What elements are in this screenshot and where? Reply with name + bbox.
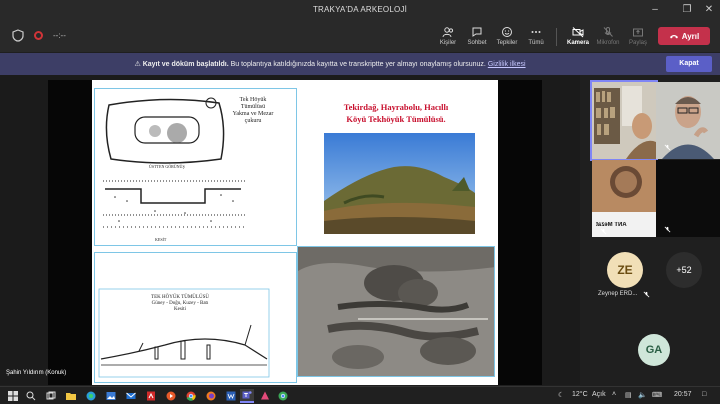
chrome-secondary-icon[interactable]: [276, 389, 290, 403]
share-label: Paylaş: [628, 40, 647, 46]
weather-desc: Açık: [592, 391, 606, 398]
mic-button[interactable]: Mikrofon: [592, 26, 624, 46]
share-button[interactable]: Paylaş: [622, 26, 654, 46]
teams-icon[interactable]: [240, 389, 254, 403]
slide-title-line2: Köyü Tekhöyük Tümülüsü.: [346, 114, 446, 124]
more-participants-button[interactable]: +52: [666, 252, 702, 288]
shield-icon: [12, 29, 24, 42]
title-bar: TRAKYA'DA ARKEOLOJİ – ❐ ✕: [0, 0, 720, 20]
meeting-timer: --:--: [53, 31, 66, 40]
camera-icon: [572, 27, 584, 38]
hang-up-icon: [669, 35, 678, 39]
app-icon[interactable]: [258, 389, 272, 403]
minimize-icon[interactable]: –: [648, 3, 662, 17]
banner-message: Bu toplantıya katıldığınızda kayıtta ve …: [230, 61, 486, 68]
firefox-icon[interactable]: [204, 389, 218, 403]
media-player-icon[interactable]: [164, 389, 178, 403]
search-icon[interactable]: [24, 389, 38, 403]
slide-letterbox-left: [48, 80, 92, 385]
mic-off-icon: [643, 291, 650, 298]
drawing1-title4: çukuru: [244, 118, 262, 124]
file-explorer-icon[interactable]: [64, 389, 78, 403]
drawing1-section-label: KESİT: [155, 237, 167, 242]
more-icon: [531, 31, 541, 33]
chat-button[interactable]: Sohbet: [461, 26, 493, 46]
people-icon: [442, 27, 454, 38]
participant-avatar-zeynep[interactable]: ZE: [607, 252, 643, 288]
banner-bold: Kayıt ve döküm başlatıldı.: [142, 61, 229, 68]
reactions-label: Tepkiler: [496, 40, 518, 46]
leave-label: Ayrıl: [681, 31, 700, 41]
recording-icon: [34, 31, 43, 40]
participant-video-tile-1[interactable]: [590, 80, 658, 161]
mail-icon[interactable]: [124, 389, 138, 403]
mic-off-icon: [600, 228, 607, 235]
share-icon: [633, 28, 643, 37]
slide-letterbox-right: [498, 80, 542, 385]
chrome-icon[interactable]: [184, 389, 198, 403]
photos-icon[interactable]: [104, 389, 118, 403]
clock[interactable]: 20:57: [674, 391, 692, 398]
participant-video-tile-2[interactable]: [656, 82, 720, 159]
excavation-photo: [297, 246, 495, 377]
close-icon[interactable]: ✕: [702, 3, 716, 17]
participant-video-tile-3[interactable]: ANT Mezat: [592, 160, 656, 237]
more-button[interactable]: Tümü: [520, 26, 552, 46]
banner-text: ⚠ Kayıt ve döküm başlatıldı. Bu toplantı…: [0, 60, 660, 68]
volume-icon[interactable]: 🔈: [638, 391, 647, 399]
camera-label: Kamera: [566, 40, 589, 46]
network-icon[interactable]: ▤: [625, 391, 632, 399]
warning-icon: ⚠: [134, 61, 141, 68]
privacy-link[interactable]: Gizlilik ilkesi: [488, 61, 526, 68]
participant-video-tile-4[interactable]: [656, 160, 720, 237]
toolbar-divider: [556, 28, 557, 46]
participant-name-zeynep: Zeynep ERD...: [598, 291, 638, 297]
mic-off-icon: [664, 226, 671, 233]
edge-icon[interactable]: [84, 389, 98, 403]
mic-label: Mikrofon: [596, 40, 620, 46]
people-button[interactable]: Kişiler: [432, 26, 464, 46]
leave-button[interactable]: Ayrıl: [658, 27, 710, 45]
mic-off-icon: [664, 144, 671, 151]
tumulus-plan-drawing: Tek Höyük Tümülüsü Yakma ve Mezar çukuru…: [94, 88, 297, 246]
recording-banner: ⚠ Kayıt ve döküm başlatıldı. Bu toplantı…: [0, 53, 720, 75]
slide-title: Tekirdağ, Hayrabolu, Hacıllı Köyü Tekhöy…: [316, 101, 476, 125]
presenter-caption: Şahin Yıldırım (Konuk): [6, 370, 67, 376]
restore-icon[interactable]: ❐: [680, 3, 694, 17]
word-icon[interactable]: [224, 389, 238, 403]
section-sketch: [98, 288, 270, 378]
chat-icon: [472, 27, 482, 37]
presentation-slide: Tek Höyük Tümülüsü Yakma ve Mezar çukuru…: [92, 80, 498, 385]
meeting-toolbar: --:-- Kişiler Sohbet Tepkiler Tümü Kamer…: [0, 20, 720, 52]
drawing1-top-label: ÜSTTEN GÖRÜNÜŞ: [149, 164, 185, 169]
task-view-icon[interactable]: [44, 389, 58, 403]
reactions-icon: [502, 27, 512, 37]
drawing1-title1: Tek Höyük: [239, 97, 267, 103]
pdf-reader-icon[interactable]: [144, 389, 158, 403]
tumulus-landscape-photo: [324, 133, 475, 234]
window-title: TRAKYA'DA ARKEOLOJİ: [312, 5, 408, 14]
weather-icon[interactable]: ☾: [558, 391, 564, 399]
slide-title-line1: Tekirdağ, Hayrabolu, Hacıllı: [343, 102, 449, 112]
drawing1-title3: Yakma ve Mezar: [232, 111, 274, 117]
drawing1-title2: Tümülüsü: [240, 104, 266, 110]
weather-temp: 12°C: [572, 391, 588, 398]
chat-label: Sohbet: [467, 40, 487, 46]
people-label: Kişiler: [439, 40, 457, 46]
chevron-up-icon[interactable]: ˄: [612, 391, 616, 398]
windows-taskbar: ☾ 12°C Açık ˄ ▤ 🔈 ⌨ 20:57 □: [0, 386, 720, 404]
drawing2-title3: Kesiti: [174, 307, 186, 312]
start-icon[interactable]: [6, 389, 20, 403]
camera-button[interactable]: Kamera: [562, 26, 594, 46]
participant-avatar-ga[interactable]: GA: [638, 334, 670, 366]
language-icon[interactable]: ⌨: [652, 391, 662, 399]
reactions-button[interactable]: Tepkiler: [491, 26, 523, 46]
banner-close-button[interactable]: Kapat: [666, 56, 712, 72]
notifications-icon[interactable]: □: [702, 391, 706, 398]
tumulus-section-drawing: TEK HÖYÜK TÜMÜLÜSÜ Güney - Doğu, Kuzey -…: [94, 252, 297, 383]
more-label: Tümü: [528, 40, 544, 46]
mic-icon: [603, 27, 613, 37]
